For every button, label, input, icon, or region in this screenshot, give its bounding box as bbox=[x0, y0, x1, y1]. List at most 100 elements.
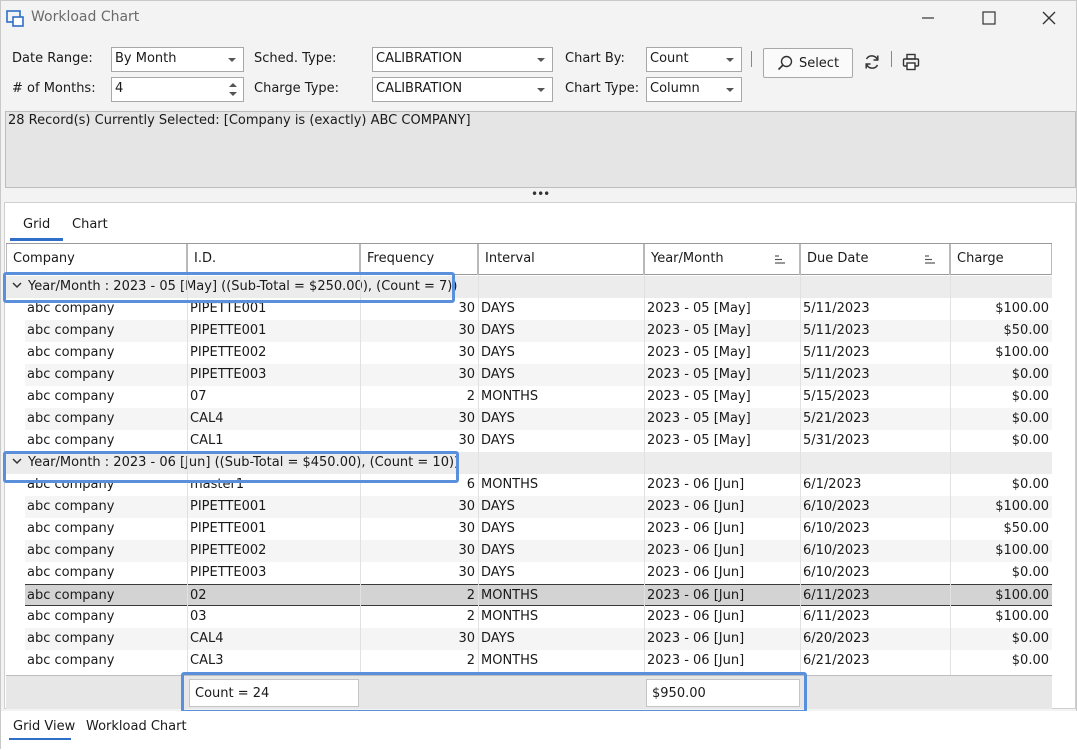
tab-grid-view[interactable]: Grid View bbox=[13, 719, 75, 734]
date-range-label: Date Range: bbox=[12, 51, 93, 66]
maximize-button[interactable] bbox=[959, 1, 1019, 35]
chevron-down-icon bbox=[726, 88, 734, 92]
table-row[interactable]: abc company master1 6 MONTHS 2023 - 06 [Jun]… bbox=[25, 474, 1052, 496]
charge-type-dropdown[interactable]: CALIBRATION bbox=[372, 77, 553, 102]
cell-company: abc company bbox=[27, 609, 115, 624]
cell-interval: DAYS bbox=[481, 367, 515, 382]
cell-id: PIPETTE001 bbox=[190, 323, 267, 338]
column-header-due-date[interactable]: Due Date bbox=[800, 244, 950, 275]
group-row[interactable]: Year/Month : 2023 - 05 [May] ((Sub-Total… bbox=[6, 276, 1052, 298]
cell-charge: $0.00 bbox=[1011, 653, 1049, 668]
table-row[interactable]: abc company 02 2 MONTHS 2023 - 06 [Jun] 6/11/… bbox=[25, 584, 1052, 606]
tab-grid[interactable]: Grid bbox=[23, 217, 50, 232]
cell-frequency: 2 bbox=[466, 588, 475, 603]
close-button[interactable] bbox=[1019, 1, 1077, 35]
column-header-id[interactable]: I.D. bbox=[187, 244, 360, 275]
table-row[interactable]: abc company CAL1 30 DAYS 2023 - 05 [May] 5/31… bbox=[25, 430, 1052, 452]
cell-frequency: 30 bbox=[458, 521, 475, 536]
selection-filter-text: 28 Record(s) Currently Selected: [Compan… bbox=[8, 113, 471, 128]
print-icon[interactable] bbox=[902, 53, 920, 71]
chevron-down-icon bbox=[537, 88, 545, 92]
cell-charge: $0.00 bbox=[1011, 389, 1049, 404]
cell-year-month: 2023 - 05 [May] bbox=[647, 411, 751, 426]
sched-type-dropdown[interactable]: CALIBRATION bbox=[372, 47, 553, 72]
table-row[interactable]: abc company PIPETTE003 30 DAYS 2023 - 06 [Ju… bbox=[25, 562, 1052, 584]
cell-frequency: 30 bbox=[458, 565, 475, 580]
cell-id: PIPETTE002 bbox=[190, 345, 267, 360]
column-divider bbox=[644, 275, 645, 675]
cell-charge: $50.00 bbox=[1003, 521, 1050, 536]
chart-by-dropdown[interactable]: Count bbox=[646, 47, 742, 72]
chevron-down-icon[interactable] bbox=[12, 456, 22, 466]
cell-charge: $100.00 bbox=[995, 588, 1049, 603]
cell-year-month: 2023 - 06 [Jun] bbox=[647, 477, 745, 492]
cell-due-date: 6/11/2023 bbox=[803, 588, 870, 603]
cell-charge: $100.00 bbox=[995, 301, 1049, 316]
table-row[interactable]: abc company PIPETTE001 30 DAYS 2023 - 05 [Ma… bbox=[25, 298, 1052, 320]
table-row[interactable]: abc company 03 2 MONTHS 2023 - 06 [Jun] 6/11/… bbox=[25, 606, 1052, 628]
cell-year-month: 2023 - 05 [May] bbox=[647, 301, 751, 316]
table-row[interactable]: abc company CAL4 30 DAYS 2023 - 06 [Jun] 6/20… bbox=[25, 628, 1052, 650]
column-header-interval[interactable]: Interval bbox=[478, 244, 644, 275]
chevron-up-icon[interactable] bbox=[229, 83, 237, 87]
toolbar-divider bbox=[751, 51, 752, 67]
cell-interval: DAYS bbox=[481, 301, 515, 316]
table-row[interactable]: abc company PIPETTE003 30 DAYS 2023 - 05 [Ma… bbox=[25, 364, 1052, 386]
cell-due-date: 6/11/2023 bbox=[803, 609, 870, 624]
workload-chart-window: Workload Chart Date Range: By Month Sche… bbox=[0, 0, 1077, 750]
cell-company: abc company bbox=[27, 588, 115, 603]
workload-grid: Company I.D. Frequency Interval Year/Month Du… bbox=[6, 243, 1052, 709]
column-header-year-month[interactable]: Year/Month bbox=[644, 244, 800, 275]
minimize-button[interactable] bbox=[898, 1, 958, 35]
cell-company: abc company bbox=[27, 301, 115, 316]
cell-year-month: 2023 - 06 [Jun] bbox=[647, 543, 745, 558]
tab-workload-chart[interactable]: Workload Chart bbox=[86, 719, 187, 734]
cell-year-month: 2023 - 05 [May] bbox=[647, 367, 751, 382]
column-divider bbox=[478, 275, 479, 675]
select-button[interactable]: Select bbox=[763, 48, 853, 78]
table-row[interactable]: abc company PIPETTE001 30 DAYS 2023 - 06 [Ju… bbox=[25, 496, 1052, 518]
column-header-frequency[interactable]: Frequency bbox=[360, 244, 478, 275]
cell-charge: $100.00 bbox=[995, 543, 1049, 558]
cell-charge: $0.00 bbox=[1011, 631, 1049, 646]
chevron-down-icon[interactable] bbox=[229, 92, 237, 96]
cell-due-date: 6/10/2023 bbox=[803, 521, 870, 536]
table-row[interactable]: abc company CAL4 30 DAYS 2023 - 05 [May] 5/21… bbox=[25, 408, 1052, 430]
column-header-company[interactable]: Company bbox=[6, 244, 187, 275]
chevron-down-icon bbox=[537, 58, 545, 62]
chart-type-label: Chart Type: bbox=[565, 81, 640, 96]
cell-id: 03 bbox=[190, 609, 207, 624]
cell-company: abc company bbox=[27, 499, 115, 514]
chevron-down-icon[interactable] bbox=[12, 280, 22, 290]
charge-total-summary: $950.00 bbox=[646, 679, 800, 707]
selection-filter-box: 28 Record(s) Currently Selected: [Compan… bbox=[5, 111, 1076, 188]
refresh-icon[interactable] bbox=[863, 53, 881, 71]
table-row[interactable]: abc company PIPETTE001 30 DAYS 2023 - 05 [Ma… bbox=[25, 320, 1052, 342]
cell-year-month: 2023 - 05 [May] bbox=[647, 323, 751, 338]
table-row[interactable]: abc company 07 2 MONTHS 2023 - 05 [May] 5/15/… bbox=[25, 386, 1052, 408]
group-row[interactable]: Year/Month : 2023 - 06 [Jun] ((Sub-Total… bbox=[6, 452, 1052, 474]
group-row-label: Year/Month : 2023 - 05 [May] ((Sub-Total… bbox=[28, 279, 458, 294]
cell-interval: MONTHS bbox=[481, 389, 539, 404]
cell-company: abc company bbox=[27, 345, 115, 360]
column-divider bbox=[187, 275, 188, 675]
chart-by-value: Count bbox=[650, 51, 689, 66]
maximize-icon bbox=[982, 11, 996, 25]
months-stepper[interactable]: 4 bbox=[111, 77, 244, 102]
table-row[interactable]: abc company PIPETTE002 30 DAYS 2023 - 05 [Ma… bbox=[25, 342, 1052, 364]
chart-type-dropdown[interactable]: Column bbox=[646, 77, 742, 102]
column-header-charge[interactable]: Charge bbox=[950, 244, 1052, 275]
charge-type-label: Charge Type: bbox=[254, 81, 340, 96]
table-row[interactable]: abc company PIPETTE002 30 DAYS 2023 - 06 [Ju… bbox=[25, 540, 1052, 562]
tab-chart[interactable]: Chart bbox=[72, 217, 108, 232]
cell-company: abc company bbox=[27, 521, 115, 536]
cell-interval: MONTHS bbox=[481, 653, 539, 668]
cell-id: 07 bbox=[190, 389, 207, 404]
splitter-grip-icon[interactable]: ••• bbox=[531, 187, 550, 201]
cell-due-date: 5/31/2023 bbox=[803, 433, 870, 448]
table-row[interactable]: abc company CAL3 2 MONTHS 2023 - 06 [Jun] 6/2… bbox=[25, 650, 1052, 672]
date-range-dropdown[interactable]: By Month bbox=[111, 47, 244, 72]
cell-interval: DAYS bbox=[481, 521, 515, 536]
table-row[interactable]: abc company PIPETTE001 30 DAYS 2023 - 06 [Ju… bbox=[25, 518, 1052, 540]
cell-year-month: 2023 - 06 [Jun] bbox=[647, 588, 745, 603]
